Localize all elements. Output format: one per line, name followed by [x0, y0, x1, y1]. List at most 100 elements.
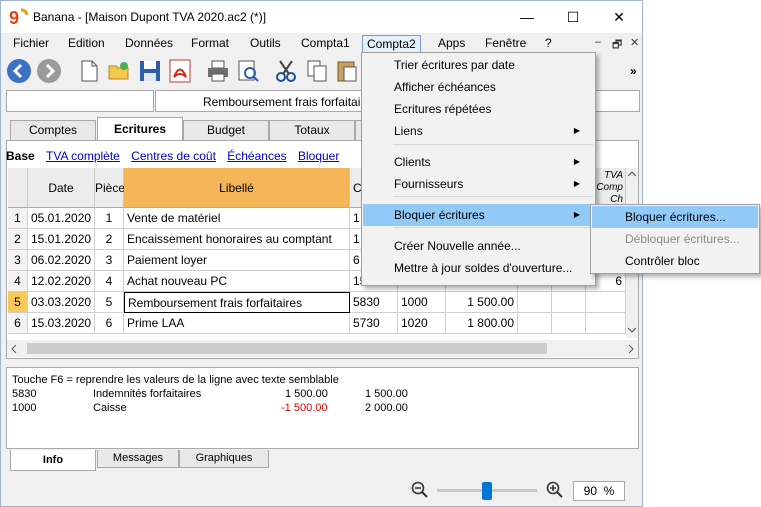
menu-apps[interactable]: Apps [434, 35, 469, 53]
submenu-item[interactable]: Bloquer écritures... [592, 206, 758, 228]
menu-compta2[interactable]: Compta2 [362, 35, 421, 53]
cell-debit[interactable]: 5830 [350, 292, 398, 313]
menu-item-trier-écritures-par-date[interactable]: Trier écritures par date [363, 54, 594, 76]
view-bloquer[interactable]: Bloquer [298, 149, 339, 163]
menu-item-clients[interactable]: Clients ▶ [363, 151, 594, 173]
menu-item-afficher-échéances[interactable]: Afficher échéances [363, 76, 594, 98]
cell-libelle[interactable]: Paiement loyer [124, 250, 350, 271]
tab-ecritures[interactable]: Ecritures [97, 117, 183, 141]
tab-budget[interactable]: Budget [183, 120, 269, 140]
menu-item-créer-nouvelle-année[interactable]: Créer Nouvelle année... [363, 235, 594, 257]
menu-item-bloquer-écritures[interactable]: Bloquer écritures ▶ [363, 204, 594, 226]
cell-date[interactable]: 15.01.2020 [28, 229, 95, 250]
paste-icon[interactable] [334, 58, 360, 84]
cell-montant[interactable]: 1 800.00 [446, 313, 518, 334]
header-piece[interactable]: Pièce [95, 168, 125, 208]
cell-piece[interactable]: 1 [95, 208, 124, 229]
menu-item-fournisseurs[interactable]: Fournisseurs ▶ [363, 173, 594, 195]
close-button[interactable]: ✕ [596, 1, 642, 33]
cell-reference-field[interactable] [6, 90, 154, 112]
cell-tva-compte[interactable] [586, 313, 626, 334]
save-icon[interactable] [137, 58, 163, 84]
row-number[interactable]: 6 [8, 313, 28, 334]
scroll-right-icon[interactable] [627, 344, 635, 354]
menu-fichier[interactable]: Fichier [9, 35, 53, 53]
cell-libelle[interactable]: Prime LAA [124, 313, 350, 334]
tab-totaux[interactable]: Totaux [269, 120, 355, 140]
cell-piece[interactable]: 2 [95, 229, 124, 250]
scroll-down-icon[interactable] [627, 326, 637, 334]
view-base[interactable]: Base [6, 149, 35, 163]
mdi-close-button[interactable]: ✕ [630, 36, 639, 49]
menu-item-mettre-à-jour-soldes-d-ouverture[interactable]: Mettre à jour soldes d'ouverture... [363, 257, 594, 279]
cell-piece[interactable]: 4 [95, 271, 124, 292]
cell-debit[interactable]: 5730 [350, 313, 398, 334]
cell-libelle[interactable]: Vente de matériel [124, 208, 350, 229]
tab-graphiques[interactable]: Graphiques [179, 450, 269, 468]
zoom-slider-thumb[interactable] [482, 482, 492, 500]
cell-piece[interactable]: 5 [95, 292, 124, 313]
cell-date[interactable]: 03.03.2020 [28, 292, 95, 313]
row-number[interactable]: 5 [8, 292, 28, 313]
forward-icon[interactable] [36, 58, 62, 84]
maximize-button[interactable]: ☐ [550, 1, 596, 33]
tab-comptes[interactable]: Comptes [10, 120, 96, 140]
tab-messages[interactable]: Messages [97, 450, 179, 468]
cell-montant[interactable]: 1 500.00 [446, 292, 518, 313]
cell-date[interactable]: 15.03.2020 [28, 313, 95, 334]
row-number[interactable]: 2 [8, 229, 28, 250]
zoom-out-icon[interactable] [411, 481, 429, 499]
minimize-button[interactable]: — [504, 1, 550, 33]
cell-pct-tva[interactable] [552, 313, 586, 334]
scroll-thumb[interactable] [27, 343, 547, 354]
copy-icon[interactable] [304, 58, 330, 84]
scroll-up-icon[interactable] [627, 170, 637, 178]
menu-donnees[interactable]: Données [121, 35, 177, 53]
view-centres-de-cout[interactable]: Centres de coût [131, 149, 216, 163]
menu-item-ecritures-répétées[interactable]: Ecritures répétées [363, 98, 594, 120]
cell-piece[interactable]: 6 [95, 313, 124, 334]
cell-libelle[interactable]: Achat nouveau PC [124, 271, 350, 292]
pdf-icon[interactable] [167, 58, 193, 84]
row-number[interactable]: 3 [8, 250, 28, 271]
cell-pct-tva[interactable] [552, 292, 586, 313]
zoom-level-field[interactable]: 90 % [573, 481, 625, 501]
scroll-left-icon[interactable] [10, 344, 18, 354]
view-echeances[interactable]: Échéances [227, 149, 286, 163]
cut-icon[interactable] [273, 58, 299, 84]
cell-date[interactable]: 12.02.2020 [28, 271, 95, 292]
row-number[interactable]: 4 [8, 271, 28, 292]
submenu-item[interactable]: Contrôler bloc [592, 250, 758, 272]
menu-edition[interactable]: Edition [64, 35, 109, 53]
cell-piece[interactable]: 3 [95, 250, 124, 271]
cell-code-tva[interactable] [518, 292, 552, 313]
horizontal-scrollbar[interactable] [7, 340, 638, 357]
cell-libelle[interactable]: Remboursement frais forfaitaires [124, 292, 350, 313]
toolbar-overflow-button[interactable]: » [630, 64, 637, 78]
mdi-minimize-button[interactable]: – [595, 36, 601, 48]
back-icon[interactable] [6, 58, 32, 84]
cell-code-tva[interactable] [518, 313, 552, 334]
cell-tva-compte[interactable] [586, 292, 626, 313]
zoom-in-icon[interactable] [546, 481, 564, 499]
menu-compta1[interactable]: Compta1 [297, 35, 354, 53]
new-file-icon[interactable] [76, 58, 102, 84]
open-folder-icon[interactable] [106, 58, 132, 84]
view-tva-complete[interactable]: TVA complète [46, 149, 120, 163]
header-libelle[interactable]: Libellé [124, 168, 350, 208]
menu-format[interactable]: Format [187, 35, 233, 53]
tab-info[interactable]: Info [10, 450, 96, 471]
cell-credit[interactable]: 1020 [398, 313, 446, 334]
cell-date[interactable]: 05.01.2020 [28, 208, 95, 229]
menu-help[interactable]: ? [541, 35, 556, 53]
menu-outils[interactable]: Outils [246, 35, 285, 53]
print-preview-icon[interactable] [235, 58, 261, 84]
header-date[interactable]: Date [28, 168, 95, 208]
cell-credit[interactable]: 1000 [398, 292, 446, 313]
menu-item-liens[interactable]: Liens ▶ [363, 120, 594, 142]
row-number[interactable]: 1 [8, 208, 28, 229]
cell-libelle[interactable]: Encaissement honoraires au comptant [124, 229, 350, 250]
menu-fenetre[interactable]: Fenêtre [481, 35, 530, 53]
cell-date[interactable]: 06.02.2020 [28, 250, 95, 271]
print-icon[interactable] [205, 58, 231, 84]
